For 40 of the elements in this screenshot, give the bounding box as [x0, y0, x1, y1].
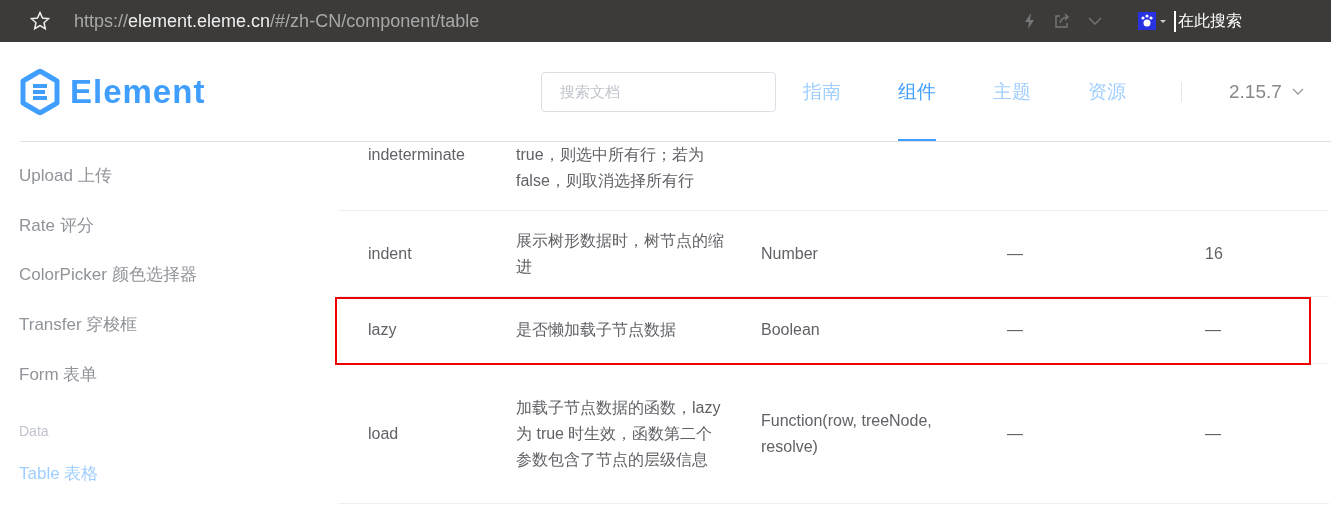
sidebar-item[interactable]: Form 表单: [19, 362, 339, 413]
table-cell: —: [1007, 321, 1023, 338]
nav-link[interactable]: 资源: [1088, 42, 1183, 141]
caret-icon: [1291, 88, 1304, 95]
sidebar-item[interactable]: Upload 上传: [19, 164, 339, 214]
table-cell: —: [1205, 321, 1221, 338]
table-cell: —: [1205, 424, 1221, 442]
sidebar-item[interactable]: Transfer 穿梭框: [19, 313, 339, 363]
table-cell: 加载子节点数据的函数，lazy 为 true 时生效，函数第二个参数包含了节点的层级信息: [516, 398, 721, 468]
sidebar-item[interactable]: Rate 评分: [19, 213, 339, 264]
table-cell: —: [1007, 424, 1023, 442]
table-cell: Boolean: [761, 321, 820, 338]
table-cell: 展示树形数据时，树节点的缩进: [516, 231, 724, 275]
table-cell: indent: [368, 244, 412, 262]
paw-icon[interactable]: [1138, 12, 1168, 30]
nav-link[interactable]: 组件: [898, 42, 993, 141]
table-cell: load: [368, 424, 399, 442]
hexagon-logo-icon: [20, 68, 60, 115]
sidebar-item[interactable]: Table 表格: [19, 462, 339, 511]
nav-link[interactable]: 主题: [993, 42, 1088, 141]
table-cell: lazy: [368, 321, 397, 338]
sidebar-item[interactable]: ColorPicker 颜色选择器: [19, 263, 339, 314]
table-cell: —: [1007, 244, 1023, 262]
table-cell: 16: [1205, 244, 1223, 262]
group-label: Data: [19, 422, 50, 441]
version-dropdown[interactable]: 2.15.7: [1229, 80, 1304, 103]
table-cell: Number: [761, 244, 818, 262]
table-cell: 是否懒加载子节点数据: [516, 321, 676, 338]
address-field[interactable]: https://element.eleme.cn/#/zh-CN/component/table: [74, 10, 1024, 32]
table-cell: indeterminate: [368, 146, 465, 163]
table-cell: true，则选中所有行；若为 false，则取消选择所有行: [516, 146, 704, 189]
logo-text[interactable]: Element: [70, 72, 206, 111]
nav-link[interactable]: 指南: [803, 42, 898, 141]
search-field[interactable]: 在此搜索: [1174, 10, 1242, 32]
lightning-icon[interactable]: [1024, 13, 1036, 29]
chevron-down-icon[interactable]: [1088, 17, 1102, 25]
table-cell: Function(row, treeNode, resolve): [761, 411, 932, 455]
search-field[interactable]: 搜索文档: [541, 71, 776, 112]
share-icon[interactable]: [1054, 13, 1070, 29]
star-icon[interactable]: [30, 11, 50, 31]
